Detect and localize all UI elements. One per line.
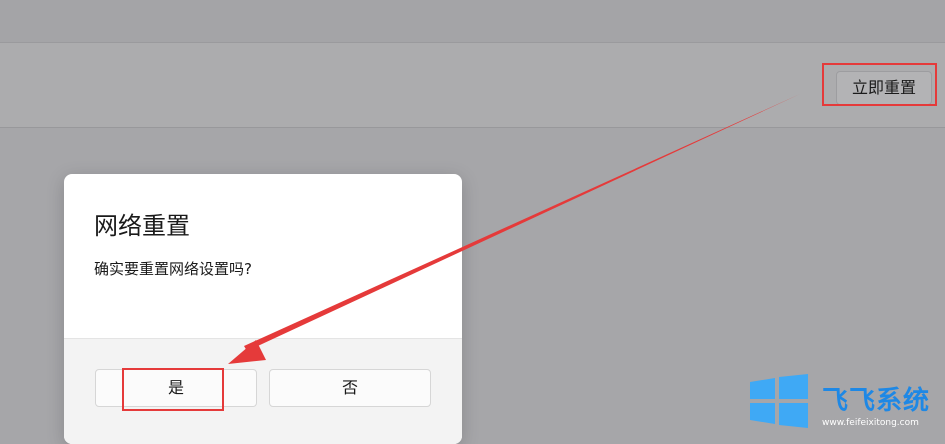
watermark: 飞飞系统 www.feifeixitong.com [748,374,945,430]
windows-logo-icon [750,374,808,428]
watermark-brand: 飞飞系统 [822,386,931,416]
annotation-arrow [228,94,800,364]
arrow-shaft [244,94,800,351]
watermark-url: www.feifeixitong.com [822,418,919,428]
